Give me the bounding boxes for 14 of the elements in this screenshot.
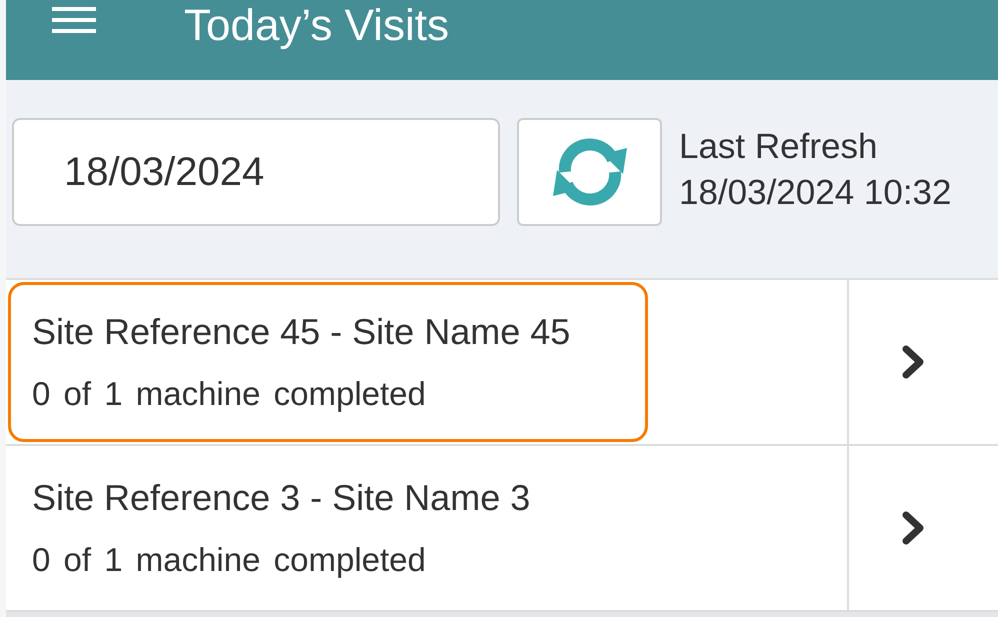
site-title: Site Reference 3 - Site Name 3 [32, 477, 532, 519]
site-title: Site Reference 45 - Site Name 45 [32, 311, 572, 353]
last-refresh-time: 18/03/2024 10:32 [679, 172, 952, 214]
chevron-right-icon [900, 344, 926, 380]
chevron-right-icon [900, 510, 926, 546]
menu-icon[interactable] [52, 7, 96, 33]
visit-item[interactable]: Site Reference 45 - Site Name 45 0 of 1 machine completed [6, 280, 849, 444]
refresh-button[interactable] [517, 118, 662, 226]
visit-item[interactable]: Site Reference 3 - Site Name 3 0 of 1 machine completed [6, 446, 849, 610]
screen-title: Today’s Visits [184, 0, 449, 52]
completion-status: 0 of 1 machine completed [32, 375, 427, 413]
date-field[interactable]: 18/03/2024 [12, 118, 500, 226]
last-refresh-label: Last Refresh [679, 126, 878, 168]
completion-status: 0 of 1 machine completed [32, 541, 427, 579]
